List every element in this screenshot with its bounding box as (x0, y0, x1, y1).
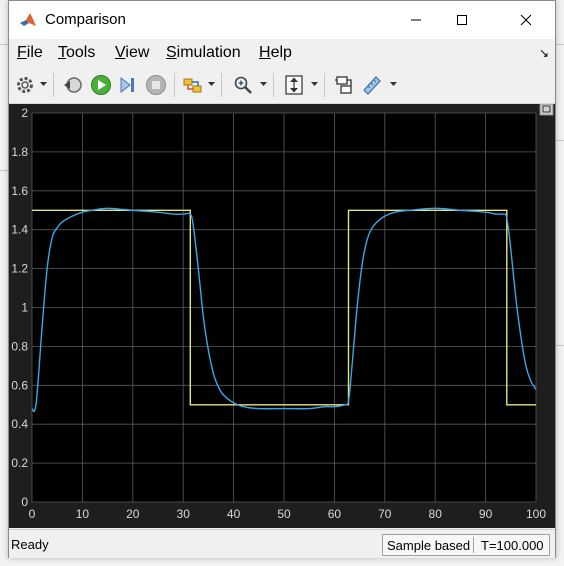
status-sample-mode: Sample based (387, 538, 471, 553)
background-divider (0, 170, 8, 171)
x-tick-label: 10 (76, 507, 90, 521)
run-icon (91, 75, 111, 95)
x-tick-label: 70 (378, 507, 392, 521)
close-button[interactable] (503, 1, 549, 39)
y-tick-label: 2 (21, 106, 28, 120)
stop-button[interactable] (144, 73, 168, 97)
configuration-dropdown[interactable] (39, 79, 47, 89)
minimize-icon (411, 19, 421, 21)
menu-file[interactable]: File (17, 44, 43, 62)
y-tick-label: 0.8 (11, 339, 28, 353)
zoom-dropdown[interactable] (259, 79, 267, 89)
x-tick-label: 80 (429, 507, 443, 521)
y-tick-label: 0.6 (11, 378, 28, 392)
y-tick-label: 0.2 (11, 456, 28, 470)
signal-selector-dropdown[interactable] (207, 79, 215, 89)
toolbar-separator (53, 73, 54, 97)
maximize-button[interactable] (439, 1, 485, 39)
menu-simulation[interactable]: Simulation (166, 44, 241, 62)
menu-help[interactable]: Help (259, 44, 292, 62)
highlight-block-icon (335, 76, 352, 94)
x-tick-label: 50 (277, 507, 291, 521)
y-tick-label: 0 (21, 495, 28, 509)
stop-icon (146, 75, 166, 95)
zoom-icon (234, 76, 252, 94)
menu-tools[interactable]: Tools (58, 44, 95, 62)
menu-bar: File Tools View Simulation Help ↘ (9, 39, 555, 67)
x-tick-label: 20 (126, 507, 140, 521)
gear-icon (17, 77, 33, 93)
signal-selector-button[interactable] (181, 73, 205, 97)
maximize-icon (457, 15, 467, 25)
autoscale-icon (285, 75, 303, 95)
toolbar-separator (221, 73, 222, 97)
autoscale-button[interactable] (282, 73, 306, 97)
toolbar-separator (273, 73, 274, 97)
close-icon (520, 14, 532, 26)
x-tick-label: 90 (479, 507, 493, 521)
chevron-down-icon (207, 82, 215, 86)
scope-chart[interactable]: 0 0.2 0.4 0.6 0.8 1 1.2 1.4 1.6 1.8 2 0 10 20 30 40 50 6… (9, 104, 555, 528)
status-bar: Ready Sample based T=100.000 (9, 529, 555, 558)
y-tick-label: 1.6 (11, 184, 28, 198)
title-bar[interactable]: Comparison (9, 1, 555, 39)
scope-window: Comparison File Tools View Simulation He… (8, 0, 556, 558)
y-axis-ticks: 0 0.2 0.4 0.6 0.8 1 1.2 1.4 1.6 1.8 2 (11, 106, 28, 509)
x-tick-label: 30 (177, 507, 191, 521)
measurement-button[interactable] (360, 73, 384, 97)
step-forward-icon (120, 76, 134, 94)
signal-selector-icon (183, 78, 202, 93)
y-tick-label: 1.2 (11, 262, 28, 276)
step-back-button[interactable] (61, 73, 85, 97)
step-back-icon (64, 77, 82, 93)
chevron-down-icon (389, 82, 397, 86)
chevron-down-icon (310, 82, 318, 86)
window-title: Comparison (45, 11, 126, 28)
minimize-button[interactable] (393, 1, 439, 39)
y-tick-label: 1 (21, 301, 28, 315)
toolbar (9, 67, 555, 104)
configuration-button[interactable] (13, 73, 37, 97)
zoom-button[interactable] (231, 73, 255, 97)
status-ready: Ready (11, 537, 49, 552)
x-tick-label: 40 (227, 507, 241, 521)
background-divider (556, 44, 564, 45)
background-divider (0, 44, 8, 45)
measurement-ruler-icon (363, 76, 381, 95)
status-info-box: Sample based T=100.000 (382, 534, 550, 556)
toolbar-separator (324, 73, 325, 97)
background-divider (556, 345, 564, 346)
run-button[interactable] (89, 73, 113, 97)
status-divider (473, 537, 474, 553)
dock-arrow-icon[interactable]: ↘ (539, 46, 549, 60)
chevron-down-icon (39, 82, 47, 86)
highlight-block-button[interactable] (332, 73, 356, 97)
x-tick-label: 100 (526, 507, 546, 521)
menu-view[interactable]: View (115, 44, 149, 62)
autoscale-dropdown[interactable] (310, 79, 318, 89)
x-tick-label: 60 (328, 507, 342, 521)
chevron-down-icon (259, 82, 267, 86)
measurement-dropdown[interactable] (389, 79, 397, 89)
step-forward-button[interactable] (116, 73, 140, 97)
toolbar-separator (174, 73, 175, 97)
x-axis-ticks: 0 10 20 30 40 50 60 70 80 90 100 (29, 507, 547, 521)
matlab-logo-icon (20, 13, 36, 26)
status-time: T=100.000 (481, 538, 544, 553)
background-divider (556, 140, 564, 141)
scope-display[interactable]: 0 0.2 0.4 0.6 0.8 1 1.2 1.4 1.6 1.8 2 0 10 20 30 40 50 6… (9, 104, 555, 528)
y-tick-label: 1.4 (11, 223, 28, 237)
x-tick-label: 0 (29, 507, 36, 521)
axes-maximize-button[interactable] (539, 104, 554, 116)
y-tick-label: 1.8 (11, 145, 28, 159)
y-tick-label: 0.4 (11, 417, 28, 431)
